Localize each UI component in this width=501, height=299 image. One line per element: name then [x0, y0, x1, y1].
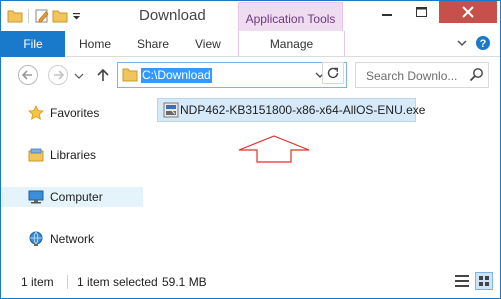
selection-size: 59.1 MB	[162, 275, 207, 289]
toolbar-separator	[28, 9, 29, 23]
maximize-button[interactable]	[404, 1, 438, 23]
file-name: NDP462-KB3151800-x86-x64-AllOS-ENU.exe	[180, 103, 426, 117]
nav-item-network[interactable]: Network	[1, 229, 143, 249]
svg-text:?: ?	[480, 38, 487, 50]
nav-item-label: Favorites	[50, 106, 100, 120]
address-row: C:\Download Search Downlo...	[1, 57, 500, 93]
file-list: NDP462-KB3151800-x86-x64-AllOS-ENU.exe	[143, 93, 500, 267]
computer-icon	[28, 190, 44, 204]
tab-view[interactable]: View	[195, 31, 221, 56]
status-separator	[67, 275, 68, 289]
up-button[interactable]	[95, 64, 111, 86]
title-bar: Download Application Tools	[1, 1, 500, 38]
tab-manage[interactable]: Manage	[238, 31, 345, 56]
refresh-button[interactable]	[322, 62, 344, 84]
large-icons-view-icon[interactable]	[475, 272, 493, 290]
customize-toolbar-dropdown[interactable]	[70, 8, 82, 24]
explorer-window: Download Application Tools File Home Sha…	[0, 0, 501, 299]
chevron-down-icon	[72, 13, 80, 20]
tab-share[interactable]: Share	[137, 31, 169, 56]
window-title: Download	[139, 7, 206, 24]
details-view-icon[interactable]	[453, 272, 471, 290]
tab-file[interactable]: File	[1, 31, 65, 57]
nav-item-label: Computer	[50, 190, 103, 204]
nav-item-libraries[interactable]: Libraries	[1, 145, 143, 165]
navigation-pane: Favorites Libraries Computer Network	[1, 93, 143, 267]
expand-ribbon-icon[interactable]	[455, 36, 469, 50]
properties-icon[interactable]	[34, 8, 50, 24]
status-bar: 1 item 1 item selected 59.1 MB	[1, 267, 500, 298]
maximize-icon	[415, 7, 427, 17]
back-button[interactable]	[17, 64, 39, 86]
nav-item-label: Libraries	[50, 148, 97, 162]
libraries-icon	[28, 148, 44, 162]
close-icon	[462, 6, 474, 18]
search-placeholder: Search Downlo...	[366, 69, 458, 83]
forward-button[interactable]	[47, 64, 69, 86]
quick-access-toolbar	[7, 7, 82, 25]
address-bar[interactable]: C:\Download	[117, 62, 347, 88]
folder-icon	[122, 68, 138, 82]
file-item[interactable]: NDP462-KB3151800-x86-x64-AllOS-ENU.exe	[157, 98, 425, 122]
close-button[interactable]	[439, 1, 497, 23]
folder-icon[interactable]	[7, 8, 23, 24]
ribbon-tabs: File Home Share View Manage ?	[1, 31, 500, 57]
selection-count: 1 item selected	[77, 275, 158, 289]
nav-item-favorites[interactable]: Favorites	[1, 103, 143, 123]
search-icon[interactable]	[469, 67, 484, 82]
search-box[interactable]: Search Downlo...	[355, 62, 489, 88]
nav-item-computer[interactable]: Computer	[1, 187, 143, 207]
red-up-arrow-annotation	[238, 135, 310, 163]
recent-locations-chevron-icon[interactable]	[73, 64, 85, 86]
star-icon	[28, 105, 44, 120]
nav-item-label: Network	[50, 232, 95, 246]
network-icon	[29, 231, 43, 246]
help-icon[interactable]: ?	[475, 35, 491, 51]
installer-icon	[163, 102, 179, 118]
item-count: 1 item	[21, 275, 54, 289]
minimize-button[interactable]	[370, 1, 404, 23]
new-folder-icon[interactable]	[52, 8, 68, 24]
address-path[interactable]: C:\Download	[141, 68, 212, 83]
minimize-icon	[382, 14, 392, 16]
tab-home[interactable]: Home	[79, 31, 111, 56]
